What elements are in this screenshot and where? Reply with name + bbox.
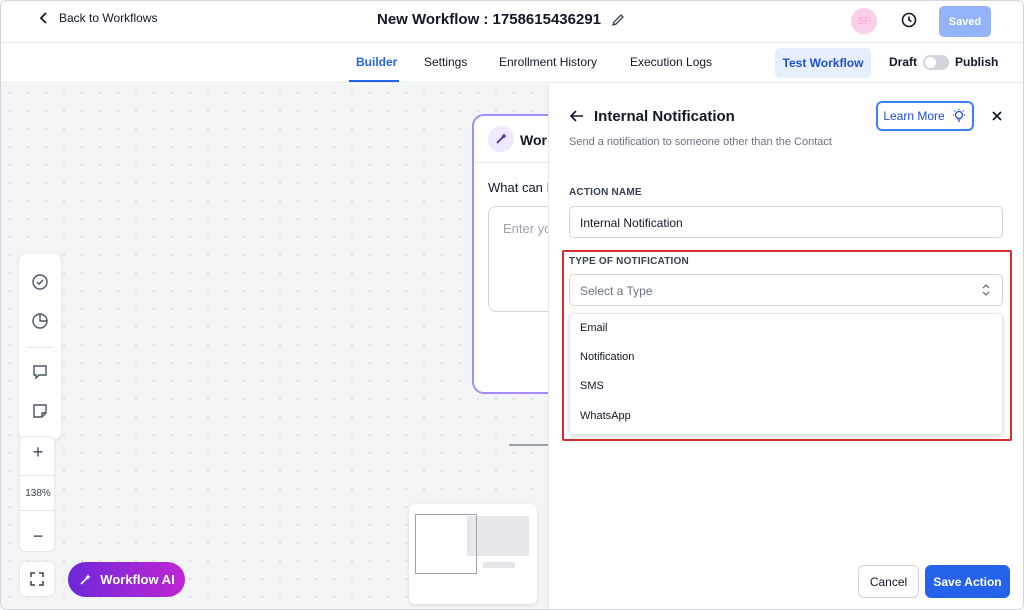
publish-toggle[interactable] <box>923 55 949 70</box>
tab-bar: Builder Settings Enrollment History Exec… <box>1 43 1023 83</box>
divider <box>27 347 53 348</box>
cancel-button[interactable]: Cancel <box>858 565 919 598</box>
workflow-ai-label: Workflow AI <box>100 572 175 587</box>
comment-icon[interactable] <box>30 362 50 382</box>
option-email[interactable]: Email <box>580 322 608 334</box>
close-icon[interactable] <box>989 108 1005 124</box>
panel-title: Internal Notification <box>594 108 735 125</box>
lightbulb-icon <box>952 109 965 122</box>
option-notification[interactable]: Notification <box>580 351 634 363</box>
action-name-label: ACTION NAME <box>569 187 642 198</box>
node-connector <box>509 444 549 446</box>
zoom-control: + 138% − <box>19 436 56 552</box>
chevron-left-icon <box>39 12 47 24</box>
draft-label: Draft <box>889 55 918 69</box>
zoom-in-button[interactable]: + <box>20 437 56 467</box>
learn-more-button[interactable]: Learn More <box>876 101 974 131</box>
workflow-title-text: New Workflow : 1758615436291 <box>377 11 602 28</box>
canvas-toolbar <box>19 254 61 440</box>
check-circle-icon[interactable] <box>30 272 50 292</box>
sticky-note-icon[interactable] <box>30 401 50 421</box>
notification-type-select[interactable]: Select a Type <box>569 274 1003 306</box>
active-tab-indicator <box>349 80 399 82</box>
workflow-canvas[interactable]: Workflow AI What can I help you with? En… <box>1 84 637 609</box>
tab-builder[interactable]: Builder <box>356 55 397 69</box>
option-whatsapp[interactable]: WhatsApp <box>580 410 631 422</box>
tab-settings[interactable]: Settings <box>424 55 467 69</box>
zoom-level: 138% <box>20 475 56 511</box>
top-bar: Back to Workflows New Workflow : 1758615… <box>1 1 1023 43</box>
action-panel: Internal Notification Send a notificatio… <box>548 84 1023 609</box>
option-sms[interactable]: SMS <box>580 380 604 392</box>
panel-subtitle: Send a notification to someone other tha… <box>569 136 832 148</box>
action-name-input[interactable]: Internal Notification <box>569 206 1003 238</box>
zoom-out-button[interactable]: − <box>20 521 56 551</box>
learn-more-label: Learn More <box>883 109 945 123</box>
minimap-viewport[interactable] <box>415 514 477 574</box>
back-to-workflows-link[interactable]: Back to Workflows <box>37 11 157 25</box>
workflow-title: New Workflow : 1758615436291 <box>377 11 625 28</box>
avatar[interactable]: SP <box>851 8 877 34</box>
fit-view-button[interactable] <box>19 561 55 597</box>
expand-icon <box>30 572 44 586</box>
tab-execution-logs[interactable]: Execution Logs <box>630 55 712 69</box>
minimap[interactable] <box>409 504 537 604</box>
pencil-icon[interactable] <box>611 13 625 27</box>
select-placeholder: Select a Type <box>580 284 653 298</box>
sparkle-icon <box>80 573 92 585</box>
minimap-node <box>483 562 515 568</box>
history-icon[interactable] <box>900 11 918 29</box>
save-action-button[interactable]: Save Action <box>925 565 1010 598</box>
pie-chart-icon[interactable] <box>30 311 50 331</box>
saved-button[interactable]: Saved <box>939 6 991 37</box>
tab-enrollment-history[interactable]: Enrollment History <box>499 55 597 69</box>
test-workflow-button[interactable]: Test Workflow <box>775 48 871 78</box>
chevron-up-down-icon <box>982 284 990 296</box>
app-window: Back to Workflows New Workflow : 1758615… <box>0 0 1024 610</box>
arrow-left-icon[interactable] <box>569 108 585 124</box>
back-label: Back to Workflows <box>59 11 158 25</box>
sparkle-icon <box>488 126 514 152</box>
notification-type-label: TYPE OF NOTIFICATION <box>569 256 689 267</box>
workflow-ai-button[interactable]: Workflow AI <box>68 562 185 597</box>
notification-type-dropdown: Email Notification SMS WhatsApp <box>569 313 1003 435</box>
publish-label: Publish <box>955 55 999 69</box>
